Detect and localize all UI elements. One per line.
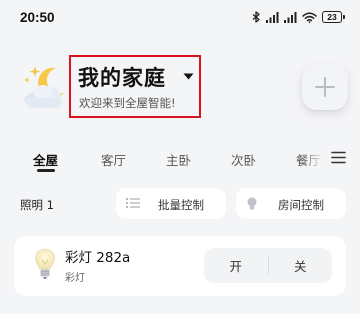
room-tabs: 全屋 客厅 主卧 次卧 餐厅	[0, 148, 360, 176]
signal-icon	[266, 11, 279, 23]
home-title[interactable]: 我的家庭	[78, 62, 166, 92]
wifi-icon	[302, 12, 317, 23]
moon-cloud-icon	[24, 66, 64, 108]
menu-icon[interactable]	[331, 151, 346, 164]
room-control-button[interactable]: 房间控制	[236, 188, 346, 219]
device-type: 彩灯	[65, 273, 85, 284]
list-icon	[126, 198, 140, 208]
batch-control-button[interactable]: 批量控制	[116, 188, 226, 219]
turn-off-button[interactable]: 关	[269, 248, 333, 283]
add-button[interactable]	[302, 64, 348, 110]
tabs-fade	[302, 148, 324, 174]
status-time: 20:50	[20, 9, 55, 25]
battery-icon: 23	[322, 11, 345, 23]
room-control-label: 房间控制	[278, 198, 324, 212]
turn-on-button[interactable]: 开	[204, 248, 268, 283]
lighting-section-label: 照明 1	[20, 198, 54, 212]
tab-master-bedroom[interactable]: 主卧	[166, 150, 191, 169]
tab-living-room[interactable]: 客厅	[101, 150, 126, 169]
caret-down-icon[interactable]	[183, 73, 194, 80]
device-card[interactable]: 彩灯 282a 彩灯 开 关	[14, 236, 346, 296]
batch-control-label: 批量控制	[158, 198, 204, 212]
bluetooth-icon	[252, 11, 260, 23]
plus-icon	[315, 77, 335, 97]
status-bar: 20:50 23	[0, 0, 360, 34]
tab-indicator	[37, 169, 55, 172]
signal-icon	[284, 11, 297, 23]
bulb-icon	[35, 248, 55, 279]
power-switch-group: 开 关	[204, 248, 332, 283]
tab-second-bedroom[interactable]: 次卧	[231, 150, 256, 169]
status-icons: 23	[252, 11, 345, 23]
device-name: 彩灯 282a	[65, 250, 131, 266]
bulb-icon	[247, 197, 257, 210]
home-subtitle: 欢迎来到全屋智能!	[79, 96, 176, 110]
tab-all[interactable]: 全屋	[33, 150, 58, 169]
